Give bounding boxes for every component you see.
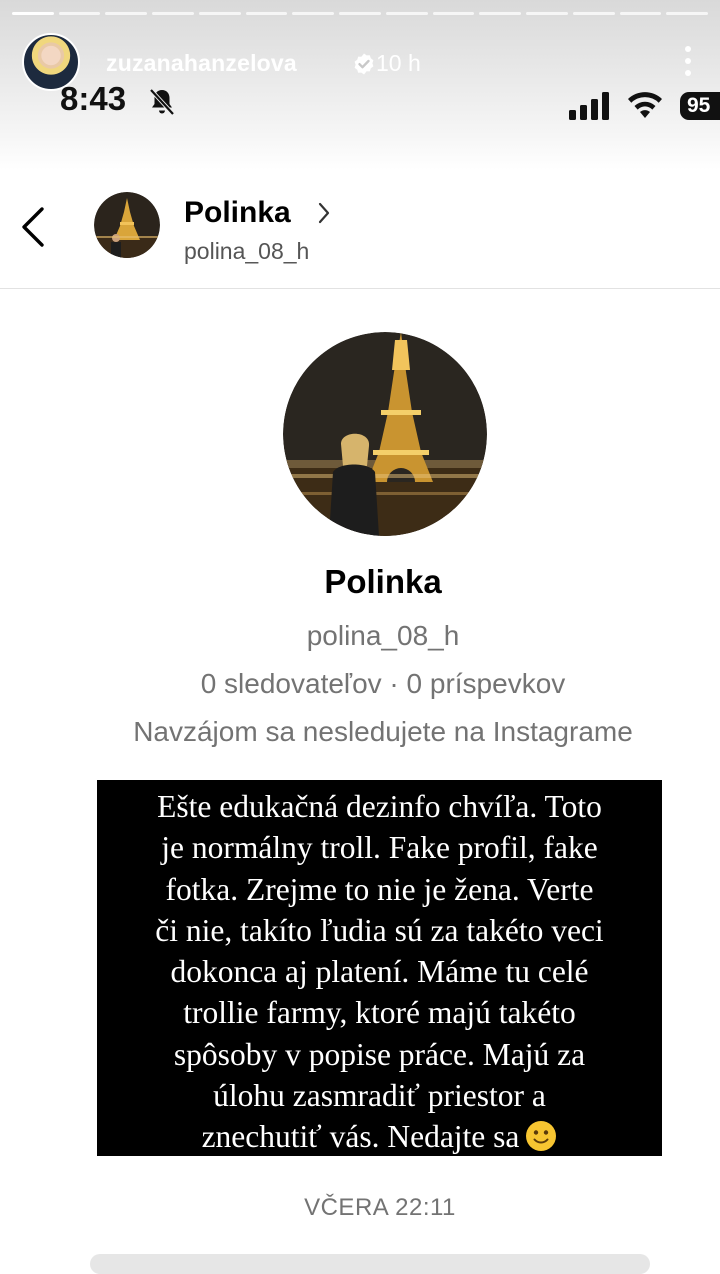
profile-photo[interactable] (283, 332, 487, 536)
profile-stats: 0 sledovateľov · 0 príspevkov (200, 668, 566, 699)
story-progress-segment (526, 12, 568, 15)
dm-avatar[interactable] (94, 192, 160, 258)
slightly-smiling-face-icon (526, 1121, 557, 1152)
caption-line-last: znechutiť vás. Nedajte sa (107, 1116, 652, 1157)
caption-line: či nie, takíto ľudia sú za takéto veci (155, 912, 604, 948)
dm-contact-handle: polina_08_h (184, 238, 310, 264)
story-caption: Ešte edukačná dezinfo chvíľa. Toto je no… (97, 780, 662, 1156)
story-progress-segment (105, 12, 148, 15)
story-progress-segment (58, 12, 101, 15)
story-username[interactable]: zuzanahanzelova (106, 50, 297, 77)
story-progress-segment (198, 12, 241, 15)
chevron-right-icon[interactable] (316, 200, 332, 226)
caption-line: fotka. Zrejme to nie je žena. Verte (165, 871, 594, 907)
story-progress-segment (12, 12, 54, 15)
bell-muted-icon (149, 88, 175, 116)
profile-name: Polinka (324, 563, 442, 600)
message-input-bar[interactable] (90, 1254, 650, 1274)
verified-badge-icon (354, 53, 374, 75)
caption-line: Ešte edukačná dezinfo chvíľa. Toto (157, 789, 602, 824)
story-progress-segment (245, 12, 288, 15)
caption-line: spôsoby v popise práce. Majú za (173, 1036, 586, 1072)
caption-line: znechutiť vás. Nedajte sa (201, 1119, 520, 1155)
battery-indicator: 95 (680, 92, 720, 120)
story-progress-segment (152, 12, 194, 15)
story-progress-segment (619, 12, 662, 15)
caption-line: je normálny troll. Fake profil, fake (161, 830, 598, 866)
dm-header: Polinka polina_08_h (0, 186, 720, 282)
message-timestamp: VČERA 22:11 (304, 1194, 456, 1221)
header-divider (0, 288, 720, 289)
caption-line: dokonca aj platení. Máme tu celé (170, 954, 589, 990)
story-progress-segment (292, 12, 335, 15)
story-progress-segment (572, 12, 615, 15)
caption-line: trollie farmy, ktoré majú takéto (183, 995, 576, 1031)
caption-line: úlohu zasmradiť priestor a (213, 1078, 546, 1114)
wifi-icon (628, 92, 662, 118)
back-arrow-icon[interactable] (18, 204, 48, 250)
story-progress-segment (339, 12, 381, 15)
dm-contact-name[interactable]: Polinka (184, 196, 291, 230)
story-time-ago: 10 h (376, 50, 421, 76)
status-bar-time: 8:43 (60, 80, 127, 117)
cellular-signal-icon (569, 92, 609, 120)
profile-mutual-status: Navzájom sa nesledujete na Instagrame (133, 716, 633, 747)
story-progress-segment (479, 12, 522, 15)
story-progress-segment (666, 12, 709, 15)
story-progress-bar (12, 12, 709, 15)
more-options-icon[interactable] (684, 46, 692, 80)
story-progress-segment (432, 12, 475, 15)
story-progress-segment (385, 12, 428, 15)
profile-handle: polina_08_h (306, 620, 460, 651)
